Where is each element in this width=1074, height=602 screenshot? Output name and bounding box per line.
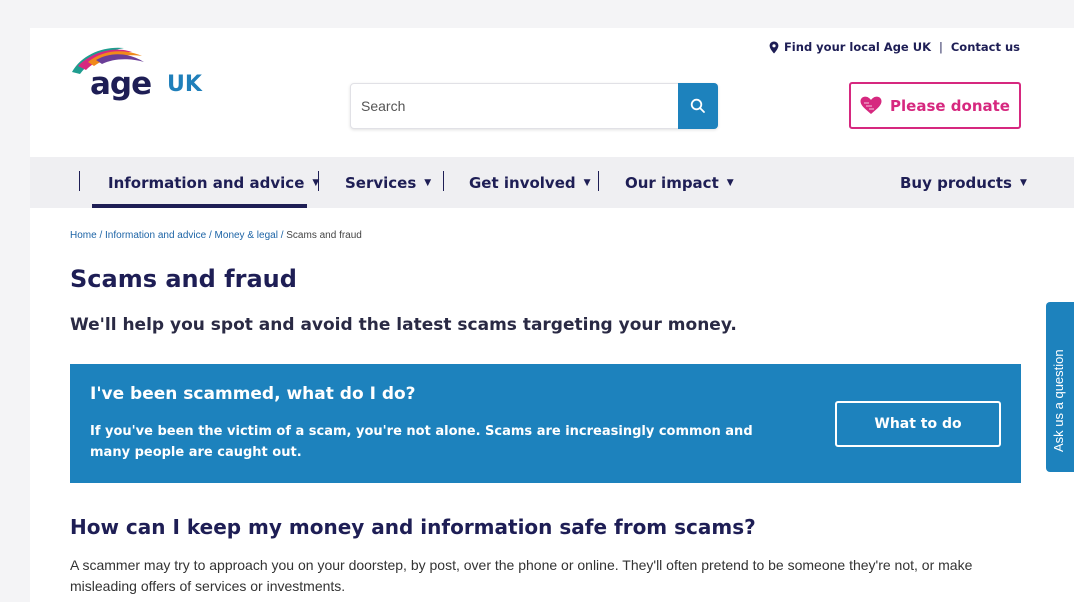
nav-item-label: Buy products [900, 173, 1012, 192]
search-icon [690, 98, 705, 113]
nav-item-label: Our impact [625, 173, 719, 192]
callout-heading: I've been scammed, what do I do? [90, 384, 416, 404]
nav-active-indicator [92, 204, 307, 208]
chevron-down-icon: ▼ [583, 177, 591, 188]
nav-item-label: Information and advice [108, 173, 305, 192]
nav-divider [598, 171, 599, 191]
page-title: Scams and fraud [70, 265, 297, 293]
nav-item-buy-products[interactable]: Buy products ▼ [900, 157, 1027, 208]
find-local-link[interactable]: Find your local Age UK [784, 40, 931, 54]
contact-us-link[interactable]: Contact us [951, 40, 1020, 54]
chevron-down-icon: ▼ [726, 177, 734, 188]
section-text: A scammer may try to approach you on you… [70, 557, 973, 594]
breadcrumb-separator: / [277, 230, 287, 241]
search-button[interactable] [678, 83, 718, 129]
logo-uk-text: UK [167, 72, 202, 97]
logo-age-text: age [90, 66, 152, 102]
breadcrumb-separator: / [206, 230, 215, 241]
donate-button[interactable]: Please donate [849, 82, 1021, 129]
donate-label: Please donate [890, 96, 1010, 115]
location-pin-icon [769, 41, 779, 53]
search-input[interactable] [351, 84, 679, 128]
nav-item-information-and-advice[interactable]: Information and advice ▼ [108, 157, 319, 208]
scammed-callout: I've been scammed, what do I do? If you'… [70, 364, 1021, 483]
heart-icon [860, 96, 882, 114]
ask-tab-label: Ask us a question [1051, 349, 1066, 452]
nav-divider [318, 171, 319, 191]
nav-divider [443, 171, 444, 191]
section-heading: How can I keep my money and information … [70, 515, 756, 539]
nav-item-label: Services [345, 173, 417, 192]
callout-text: If you've been the victim of a scam, you… [90, 424, 753, 460]
nav-divider [79, 171, 80, 191]
breadcrumb: Home / Information and advice / Money & … [70, 230, 362, 241]
age-uk-logo[interactable]: age UK [68, 42, 228, 104]
link-divider: | [938, 40, 943, 54]
breadcrumb-current: Scams and fraud [286, 230, 362, 241]
main-nav: Information and advice ▼ Services ▼ Get … [30, 157, 1074, 208]
nav-item-label: Get involved [469, 173, 576, 192]
breadcrumb-information-and-advice[interactable]: Information and advice [105, 230, 206, 241]
what-to-do-button[interactable]: What to do [835, 401, 1001, 447]
search-box [350, 83, 718, 129]
nav-item-services[interactable]: Services ▼ [345, 157, 431, 208]
ask-us-a-question-tab[interactable]: Ask us a question [1046, 302, 1074, 472]
page-intro: We'll help you spot and avoid the latest… [70, 315, 737, 335]
breadcrumb-separator: / [96, 230, 106, 241]
breadcrumb-money-legal[interactable]: Money & legal [215, 230, 278, 241]
utility-links: Find your local Age UK | Contact us [769, 40, 1020, 54]
chevron-down-icon: ▼ [424, 177, 432, 188]
page: age UK Find your local Age UK | Contact … [30, 28, 1074, 602]
nav-item-get-involved[interactable]: Get involved ▼ [469, 157, 591, 208]
nav-item-our-impact[interactable]: Our impact ▼ [625, 157, 734, 208]
breadcrumb-home[interactable]: Home [70, 230, 97, 241]
chevron-down-icon: ▼ [1019, 177, 1027, 188]
